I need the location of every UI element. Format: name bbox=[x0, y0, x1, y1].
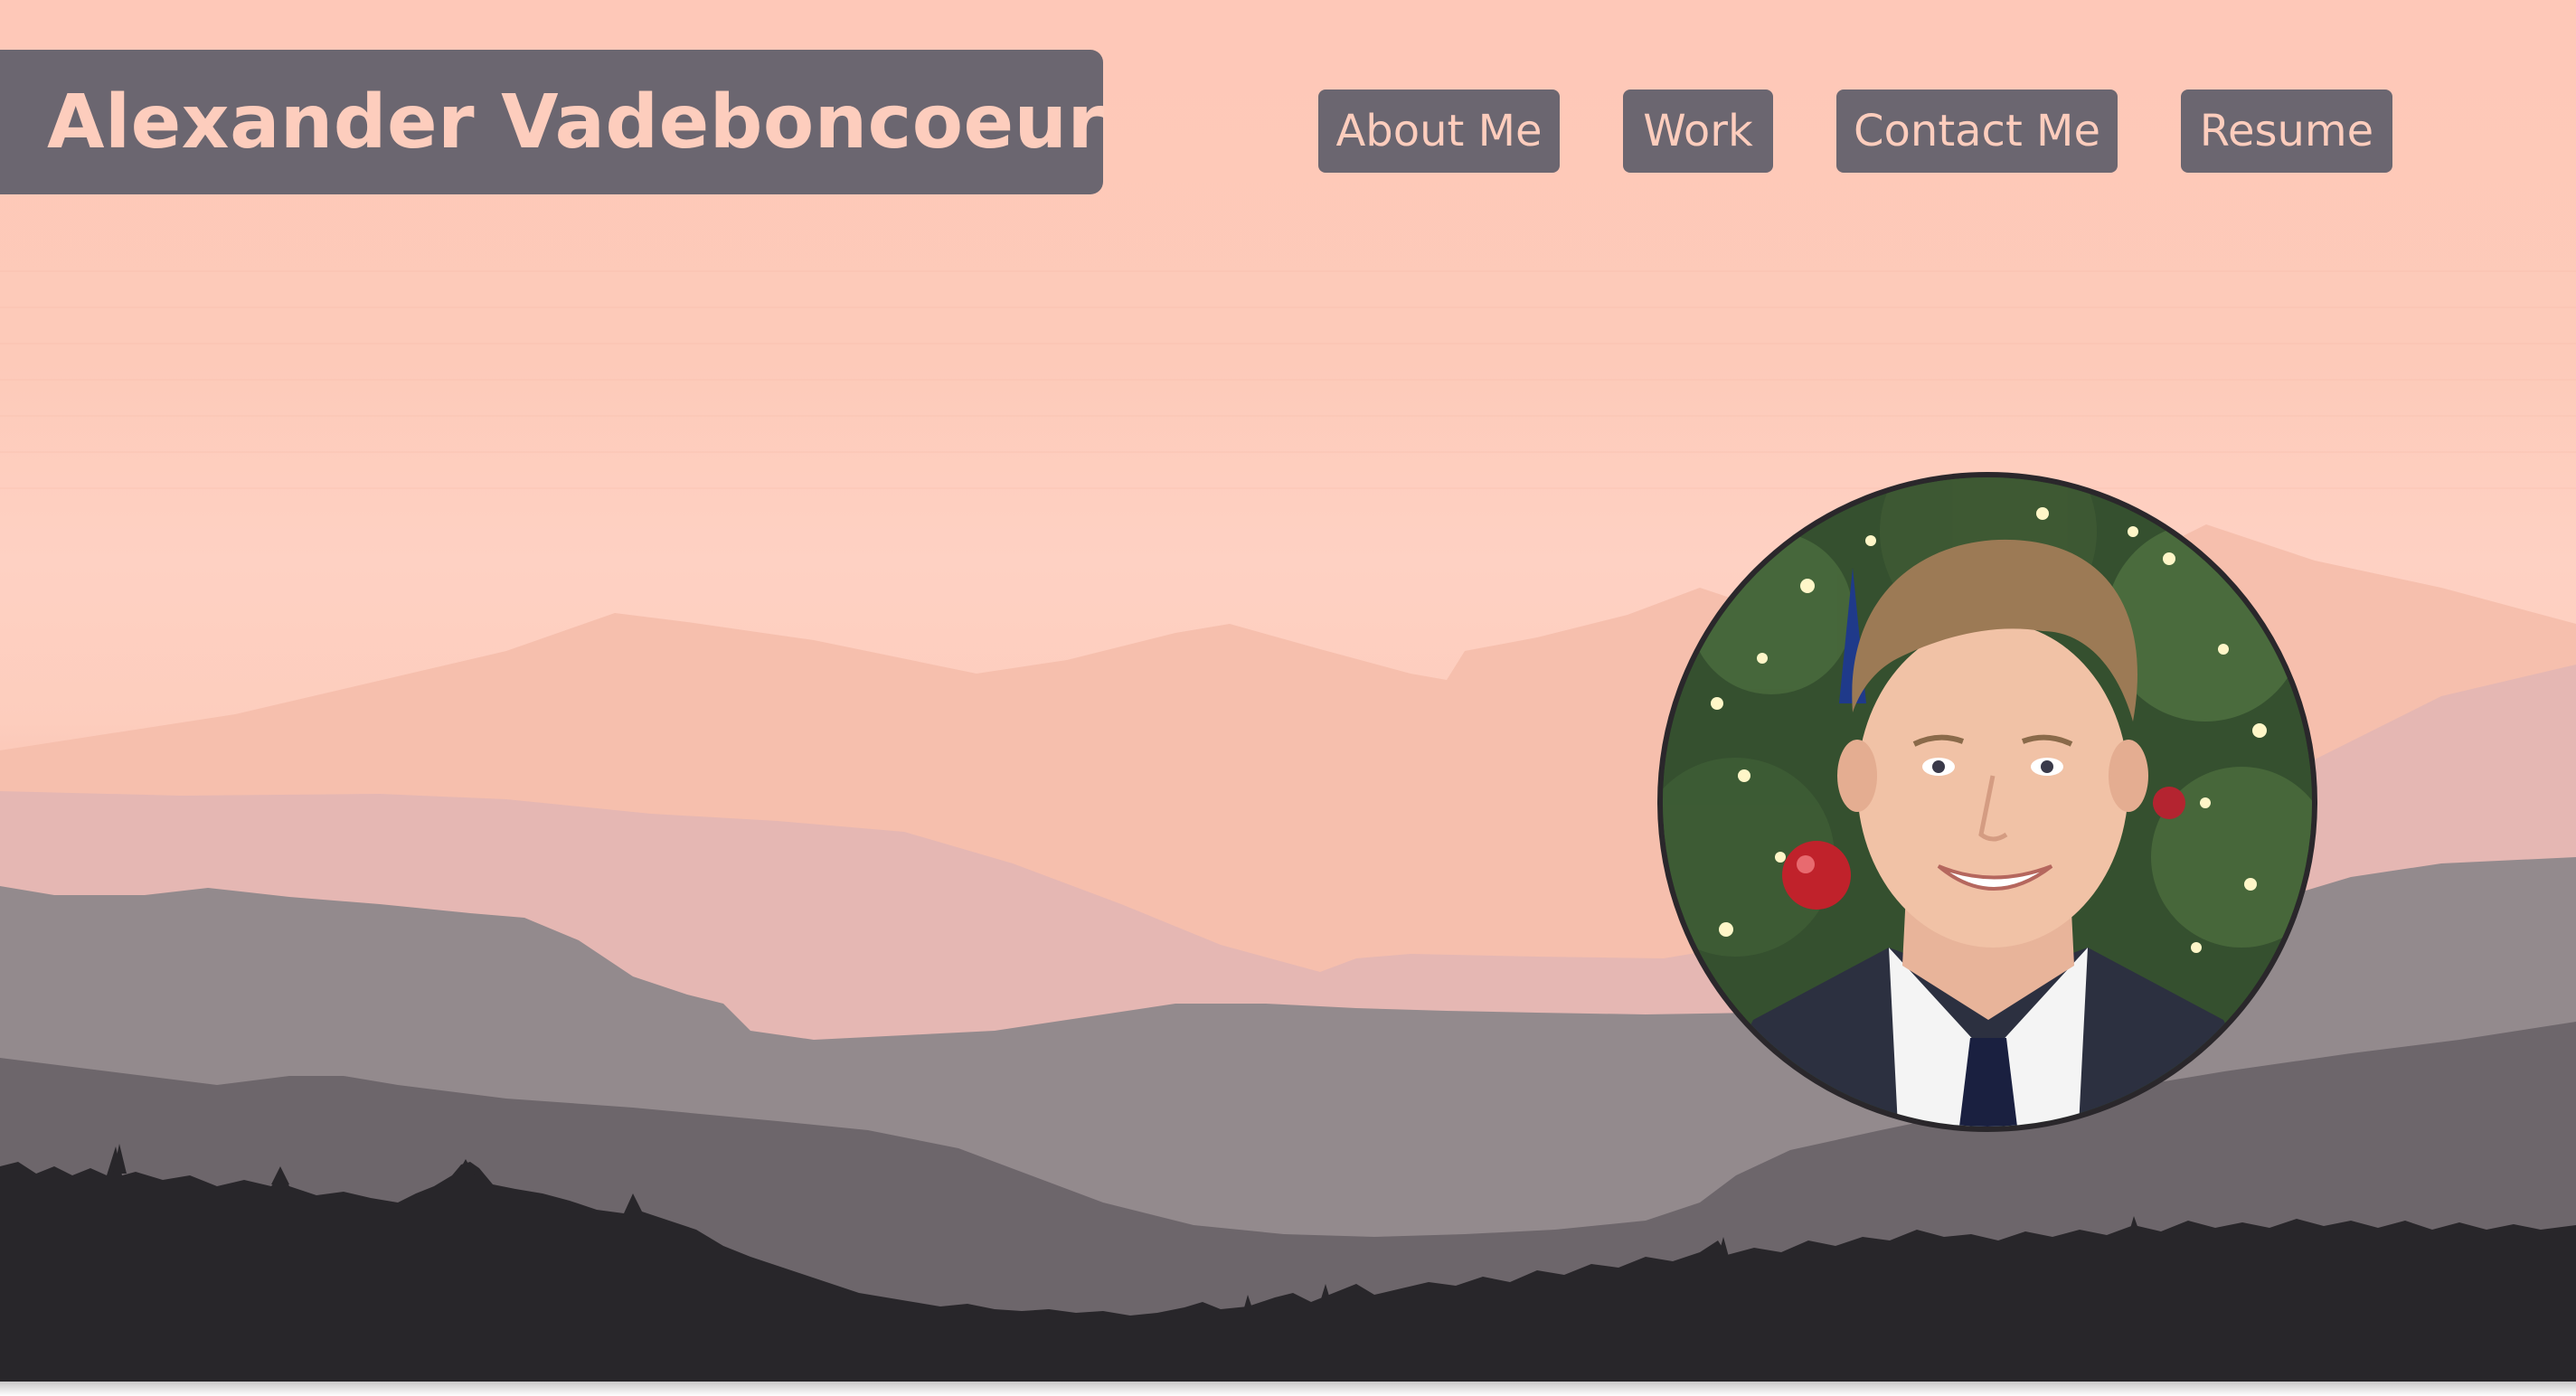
site-title-box[interactable]: Alexander Vadeboncoeur bbox=[0, 50, 1105, 194]
page-bottom-edge bbox=[0, 1382, 2576, 1396]
profile-photo bbox=[1657, 472, 2317, 1132]
nav-about-me-button[interactable]: About Me bbox=[1318, 90, 1560, 173]
landing-page: Alexander Vadeboncoeur About Me Work Con… bbox=[0, 0, 2576, 1396]
nav-work-button[interactable]: Work bbox=[1623, 90, 1773, 173]
profile-photo-icon bbox=[1663, 477, 2312, 1127]
nav-contact-me-button[interactable]: Contact Me bbox=[1836, 90, 2118, 173]
nav-resume-button[interactable]: Resume bbox=[2181, 90, 2392, 173]
site-title[interactable]: Alexander Vadeboncoeur bbox=[47, 80, 1105, 165]
